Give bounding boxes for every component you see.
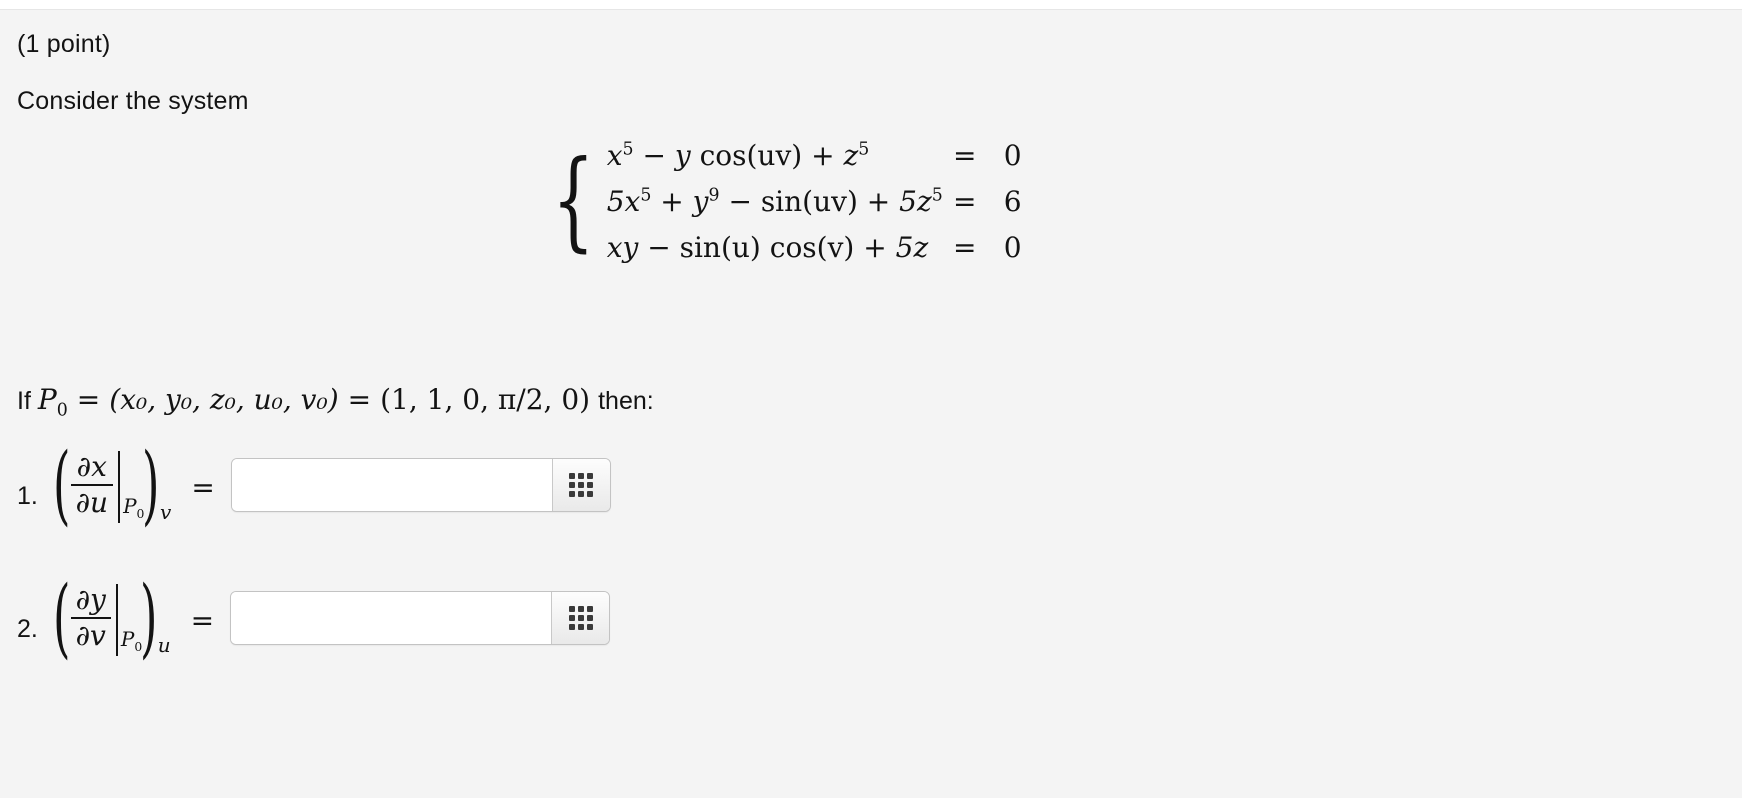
grid-3x3-icon [568,606,593,630]
exponent: 9 [708,185,720,206]
item-equals-sign: = [190,603,215,637]
equation-rhs: 6 [1003,185,1022,218]
fraction-denominator: ∂u [75,486,109,519]
keypad-button-1[interactable] [551,459,610,511]
fraction-numerator: ∂x [76,449,107,483]
term-5x: 5x [606,185,641,218]
term-5z: 5z [899,185,932,218]
term-xy: xy [606,231,639,264]
partial-derivative-expression-1: ( ∂x ∂u P0 ) v [51,442,171,528]
point-equals-1: = [76,383,101,416]
right-paren: ) [142,435,160,535]
answer-widget-2 [230,591,611,645]
operator: + [660,185,684,218]
exponent: 5 [622,139,634,160]
point-line-tail: then: [598,387,654,415]
term-x: x [606,139,623,172]
left-paren: ( [53,568,71,668]
derivative-fraction: ∂x ∂u [69,449,116,519]
system-brace: { [552,138,595,263]
equation-row: x5 − y cos(uv) + z5 = 0 [607,139,1033,185]
cos-term: cos(v) [769,231,855,264]
operator: − [642,139,666,172]
term-y: y [692,185,709,218]
equation-relation: = [952,139,977,172]
equation-rows: x5 − y cos(uv) + z5 = 0 5x5 + y9 − sin(u… [607,135,1033,277]
operator: − [728,185,752,218]
item-equals-sign: = [191,470,215,504]
equation-system: { x5 − y cos(uv) + z5 = 0 5x5 + y9 − sin… [552,135,1033,277]
points-label: (1 point) [17,30,111,58]
cos-term: cos(uv) [699,139,803,172]
term-z: z [843,139,859,172]
equation-row: xy − sin(u) cos(v) + 5z = 0 [607,231,1033,277]
point-definition-line: If P0 = (x₀, y₀, z₀, u₀, v₀) = (1, 1, 0,… [17,383,654,421]
operator: + [863,231,887,264]
sin-term: sin(u) [679,231,761,264]
equation-relation: = [952,231,977,264]
sin-term: sin(uv) [760,185,858,218]
partial-derivative-expression-2: ( ∂y ∂v P0 ) u [51,575,171,661]
operator: + [866,185,891,218]
evaluation-point: P0 [123,494,145,521]
point-coords-symbolic: (x₀, y₀, z₀, u₀, v₀) [109,383,339,416]
evaluation-bar: P0 [118,447,144,523]
keypad-button-2[interactable] [551,592,610,644]
fraction-numerator: ∂y [75,582,106,616]
equation-rhs: 0 [1003,231,1022,264]
page-top-strip [0,0,1742,10]
derivative-fraction: ∂y ∂v [69,582,113,652]
point-line-lead: If [17,387,31,415]
answer-input-1[interactable] [231,459,552,511]
point-equals-2: = [347,383,372,416]
term-5z: 5z [895,231,929,264]
answer-input-2[interactable] [231,592,552,644]
operator: + [811,139,835,172]
evaluation-bar: P0 [115,580,143,656]
operator: − [647,231,671,264]
exponent: 5 [640,185,652,206]
equation-lhs: 5x5 + y9 − sin(uv) + 5z5 [606,185,943,218]
problem-prompt: Consider the system [17,87,249,115]
exponent: 5 [858,139,870,160]
item-number: 2. [17,614,38,643]
fraction-denominator: ∂v [75,619,106,652]
equation-rhs: 0 [1003,139,1022,172]
held-constant-subscript: u [157,633,171,657]
answer-item-1: 1. ( ∂x ∂u P0 ) v = [17,442,611,528]
evaluation-point: P0 [120,627,143,654]
right-paren: ) [140,568,158,668]
answer-item-2: 2. ( ∂y ∂v P0 ) u = [17,575,611,661]
point-coords-numeric: (1, 1, 0, π/2, 0) [380,383,591,416]
answer-widget-1 [230,458,611,512]
equation-lhs: x5 − y cos(uv) + z5 [607,139,937,172]
equation-row: 5x5 + y9 − sin(uv) + 5z5 = 6 [607,185,1033,231]
equation-relation: = [952,185,977,218]
item-number: 1. [17,481,38,510]
grid-3x3-icon [569,473,594,497]
term-y: y [674,139,691,172]
left-paren: ( [53,435,71,535]
held-constant-subscript: v [160,500,172,524]
problem-page: (1 point) Consider the system { x5 − y c… [0,10,1742,798]
equation-lhs: xy − sin(u) cos(v) + 5z [607,231,937,264]
point-symbol: P0 [37,383,68,421]
